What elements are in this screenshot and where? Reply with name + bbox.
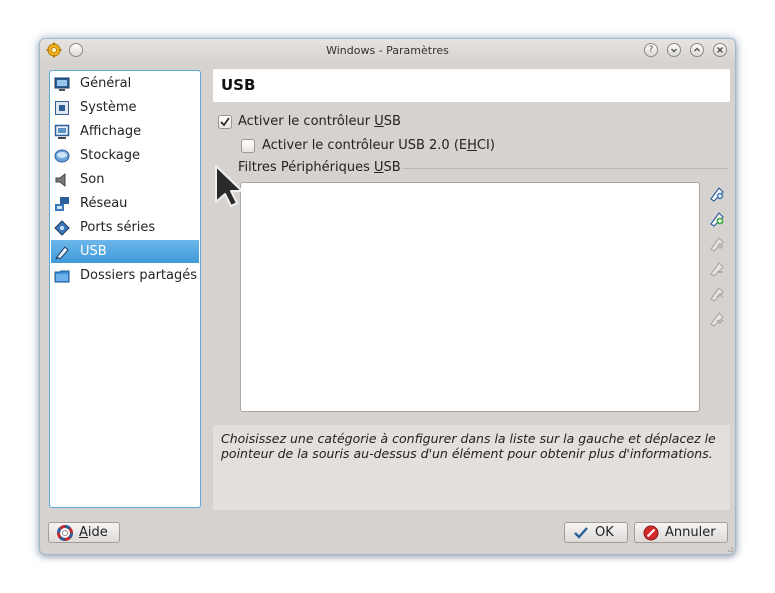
sidebar-item-usb[interactable]: USB [51,240,199,263]
label-text: Activer le contrôleur USB 2.0 (E [262,138,468,153]
speaker-icon [53,171,71,189]
sidebar-item-label: Général [80,76,132,91]
info-panel: Choisissez une catégorie à configurer da… [213,425,730,510]
mnemonic-letter: U [374,160,384,175]
folder-icon [53,267,71,285]
info-text: Choisissez une catégorie à configurer da… [221,431,716,461]
disk-storage-icon [53,147,71,165]
label-text: Activer le contrôleur [238,114,375,129]
help-button[interactable]: Aide [48,522,120,543]
label-text: CI) [476,138,495,153]
mnemonic-letter: U [374,114,384,129]
group-divider [403,168,728,169]
sidebar-item-label: Réseau [80,196,128,211]
usb-icon [53,243,71,261]
sidebar-item-sound[interactable]: Son [51,168,199,191]
help-lifebuoy-icon [57,524,73,541]
move-up-icon [708,284,726,302]
sidebar-item-label: Stockage [80,148,140,163]
cancel-button[interactable]: Annuler [634,522,728,543]
cancel-button-label: Annuler [665,525,716,540]
usb-filter-list[interactable] [240,182,700,412]
sidebar-item-display[interactable]: Affichage [51,120,199,143]
usb-filters-group-title: Filtres Périphériques USB [238,160,401,175]
sidebar-item-label: Son [80,172,105,187]
checkmark-icon [573,525,589,541]
sidebar-item-label: Affichage [80,124,142,139]
close-button[interactable] [713,43,727,57]
enable-usb-label[interactable]: Activer le contrôleur USB [238,114,401,129]
add-filter-icon[interactable] [708,184,726,202]
sidebar-item-label: Dossiers partagés [80,268,198,283]
network-icon [53,195,71,213]
settings-window: Windows - Paramètres ? Général Système A… [39,38,736,555]
ok-button-label: OK [595,525,614,540]
cancel-icon [643,525,659,541]
sidebar-item-shared-folders[interactable]: Dossiers partagés [51,264,199,287]
monitor-general-icon [53,75,71,93]
sidebar-item-system[interactable]: Système [51,96,199,119]
enable-usb2-checkbox[interactable] [241,139,255,153]
mouse-pointer-icon [215,165,243,207]
enable-usb-checkbox[interactable] [218,115,232,129]
label-text: SB [383,114,401,129]
move-down-icon [708,309,726,327]
page-title: USB [221,76,256,94]
sidebar-item-label: USB [80,244,107,259]
minimize-button[interactable] [667,43,681,57]
checkmark-icon [220,117,230,127]
mnemonic-letter: H [467,138,477,153]
ok-button[interactable]: OK [564,522,628,543]
sidebar-item-serial-ports[interactable]: Ports séries [51,216,199,239]
add-from-device-icon[interactable] [708,209,726,227]
remove-filter-icon [708,259,726,277]
label-text: Filtres Périphériques [238,160,374,175]
sidebar-item-label: Ports séries [80,220,156,235]
chip-system-icon [53,99,71,117]
label-text: SB [383,160,401,175]
sidebar-item-label: Système [80,100,137,115]
enable-usb2-label[interactable]: Activer le contrôleur USB 2.0 (EHCI) [262,138,495,153]
serial-port-icon [53,219,71,237]
page-header: USB [213,69,730,102]
help-button-label: Aide [79,525,108,540]
resize-grip-icon[interactable] [727,546,733,552]
category-list[interactable]: Général Système Affichage Stockage Son R… [49,70,201,508]
title-bar[interactable]: Windows - Paramètres ? [40,39,735,63]
sidebar-item-general[interactable]: Général [51,72,199,95]
sidebar-item-storage[interactable]: Stockage [51,144,199,167]
help-title-button[interactable]: ? [644,43,658,57]
window-title: Windows - Paramètres [326,44,449,57]
edit-filter-icon [708,234,726,252]
monitor-display-icon [53,123,71,141]
mnemonic-letter: A [79,525,88,540]
sidebar-item-network[interactable]: Réseau [51,192,199,215]
label-text: ide [87,525,108,540]
maximize-button[interactable] [690,43,704,57]
